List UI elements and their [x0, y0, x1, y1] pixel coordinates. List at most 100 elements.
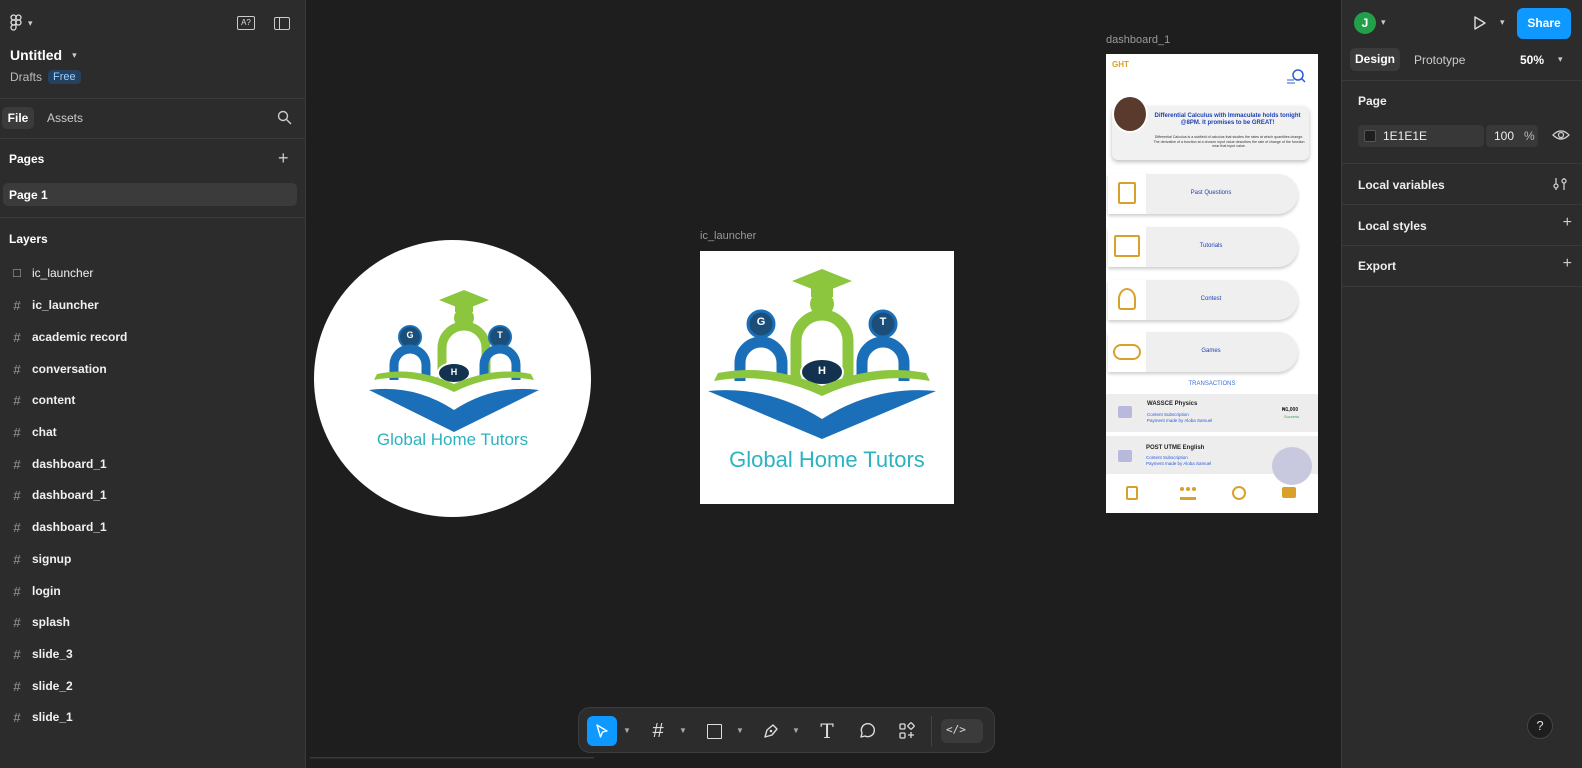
add-export-icon[interactable]: + — [1563, 255, 1572, 273]
tab-design[interactable]: Design — [1350, 48, 1400, 71]
local-styles-heading[interactable]: Local styles — [1358, 219, 1427, 233]
page-list-item[interactable]: Page 1 — [3, 183, 297, 206]
tab-prototype[interactable]: Prototype — [1414, 53, 1465, 67]
layer-name: login — [32, 584, 61, 598]
drafts-link[interactable]: Drafts — [10, 70, 42, 84]
dev-mode-toggle[interactable]: </> — [941, 719, 983, 743]
logo-letter-h: H — [818, 365, 826, 377]
logo-text: Global Home Tutors — [376, 430, 529, 449]
frame-hash-icon: # — [13, 297, 21, 313]
page-section-heading: Page — [1358, 94, 1387, 108]
main-menu-button[interactable]: ▾ — [10, 14, 33, 32]
nav-chat-icon — [1282, 487, 1296, 498]
components-plus-icon — [899, 722, 915, 739]
add-style-icon[interactable]: + — [1563, 214, 1572, 232]
ic-launcher-round-frame[interactable]: Global Home Tutors G H T — [314, 240, 591, 517]
layer-item[interactable]: # content — [10, 385, 298, 415]
design-canvas[interactable]: Global Home Tutors G H T ic_launcher Glo… — [306, 0, 1341, 768]
chevron-down-icon[interactable]: ▼ — [679, 726, 687, 735]
actions-tool[interactable] — [892, 716, 922, 746]
help-button[interactable]: ? — [1527, 713, 1553, 739]
frame-label[interactable]: dashboard_1 — [1106, 34, 1170, 46]
frame-hash-icon: # — [13, 329, 21, 345]
layer-item[interactable]: # slide_2 — [10, 671, 298, 701]
right-sidebar: J ▾ ▾ Share Design Prototype 50% ▾ Page … — [1341, 0, 1582, 768]
layer-name: ic_launcher — [32, 266, 94, 280]
avatar — [1112, 95, 1148, 133]
layer-item[interactable]: # slide_1 — [10, 702, 298, 732]
layer-item[interactable]: # slide_3 — [10, 639, 298, 669]
chevron-down-icon[interactable]: ▼ — [736, 726, 744, 735]
tab-file[interactable]: File — [2, 107, 34, 129]
menu-card-tutorials: Tutorials — [1108, 227, 1298, 267]
zoom-level[interactable]: 50% — [1520, 53, 1544, 67]
menu-card-games: Games — [1108, 332, 1298, 372]
frame-label[interactable]: ic_launcher — [700, 230, 756, 242]
plan-badge[interactable]: Free — [48, 70, 81, 84]
layer-item[interactable]: # signup — [10, 544, 298, 574]
search-icon[interactable] — [277, 110, 292, 125]
layer-item[interactable]: # dashboard_1 — [10, 449, 298, 479]
frame-tool[interactable]: # — [643, 716, 673, 746]
local-variables-heading[interactable]: Local variables — [1358, 178, 1445, 192]
chevron-down-icon[interactable]: ▾ — [1381, 17, 1386, 28]
text-t-icon: T — [820, 719, 834, 743]
left-sidebar: ▾ A? Untitled ▾ Drafts Free File Assets … — [0, 0, 306, 768]
tab-assets[interactable]: Assets — [47, 111, 83, 125]
dashboard-frame[interactable]: GHT Differential Calculus with Immaculat… — [1106, 54, 1318, 513]
file-title-area[interactable]: Untitled ▾ — [10, 47, 77, 63]
frame-hash-icon: # — [13, 709, 21, 725]
chevron-down-icon[interactable]: ▼ — [792, 726, 800, 735]
layer-item[interactable]: # conversation — [10, 354, 298, 384]
sidebar-toggle-icon[interactable] — [274, 17, 290, 30]
layer-name: dashboard_1 — [32, 520, 107, 534]
menu-card-contest: Contest — [1108, 280, 1298, 320]
pen-icon — [764, 724, 778, 738]
ic-launcher-frame[interactable]: Global Home Tutors G H T — [700, 251, 954, 504]
layer-item[interactable]: # ic_launcher — [10, 290, 298, 320]
variables-sliders-icon[interactable] — [1552, 176, 1568, 192]
page-opacity-field[interactable]: 100 % — [1486, 125, 1538, 147]
horizontal-scrollbar[interactable] — [310, 757, 594, 759]
menu-label: Games — [1201, 348, 1221, 354]
logo-letter-t: T — [497, 330, 503, 340]
file-title[interactable]: Untitled — [10, 47, 62, 63]
layer-item[interactable]: # academic record — [10, 322, 298, 352]
share-button[interactable]: Share — [1517, 8, 1571, 39]
layer-name: ic_launcher — [32, 298, 99, 312]
layer-name: academic record — [32, 330, 128, 344]
avatar[interactable]: J — [1354, 12, 1376, 34]
frame-hash-icon: # — [13, 583, 21, 599]
opacity-value[interactable]: 100 — [1494, 129, 1514, 143]
layer-item[interactable]: # dashboard_1 — [10, 512, 298, 542]
transactions-heading: TRANSACTIONS — [1188, 381, 1236, 387]
logo-letter-g: G — [756, 316, 766, 328]
ui3-toggle-icon[interactable]: A? — [237, 16, 255, 30]
export-heading[interactable]: Export — [1358, 259, 1396, 273]
eye-visibility-icon[interactable] — [1552, 128, 1570, 142]
layer-item[interactable]: # splash — [10, 607, 298, 637]
play-present-icon[interactable] — [1473, 15, 1487, 31]
layer-item[interactable]: # dashboard_1 — [10, 480, 298, 510]
nav-badge-icon — [1232, 486, 1246, 500]
pen-tool[interactable] — [756, 716, 786, 746]
shape-tool[interactable] — [699, 716, 729, 746]
nav-group-icon — [1180, 487, 1196, 500]
chevron-down-icon[interactable]: ▾ — [1500, 17, 1505, 28]
comment-tool[interactable] — [852, 716, 882, 746]
move-tool[interactable] — [587, 716, 617, 746]
layer-item[interactable]: # login — [10, 576, 298, 606]
color-swatch[interactable] — [1364, 130, 1376, 142]
chevron-down-icon[interactable]: ▼ — [623, 726, 631, 735]
page-color-field[interactable]: 1E1E1E — [1358, 125, 1484, 147]
chevron-down-icon[interactable]: ▾ — [1558, 54, 1563, 65]
layer-item[interactable]: # chat — [10, 417, 298, 447]
frame-hash-icon: # — [13, 646, 21, 662]
add-page-icon[interactable]: + — [278, 148, 289, 169]
layer-item[interactable]: ☐ ic_launcher — [10, 258, 298, 288]
page-color-hex[interactable]: 1E1E1E — [1383, 129, 1427, 143]
layer-name: signup — [32, 552, 72, 566]
code-brackets-icon: </> — [946, 723, 966, 736]
frame-hash-icon: # — [652, 719, 664, 742]
text-tool[interactable]: T — [812, 716, 842, 746]
